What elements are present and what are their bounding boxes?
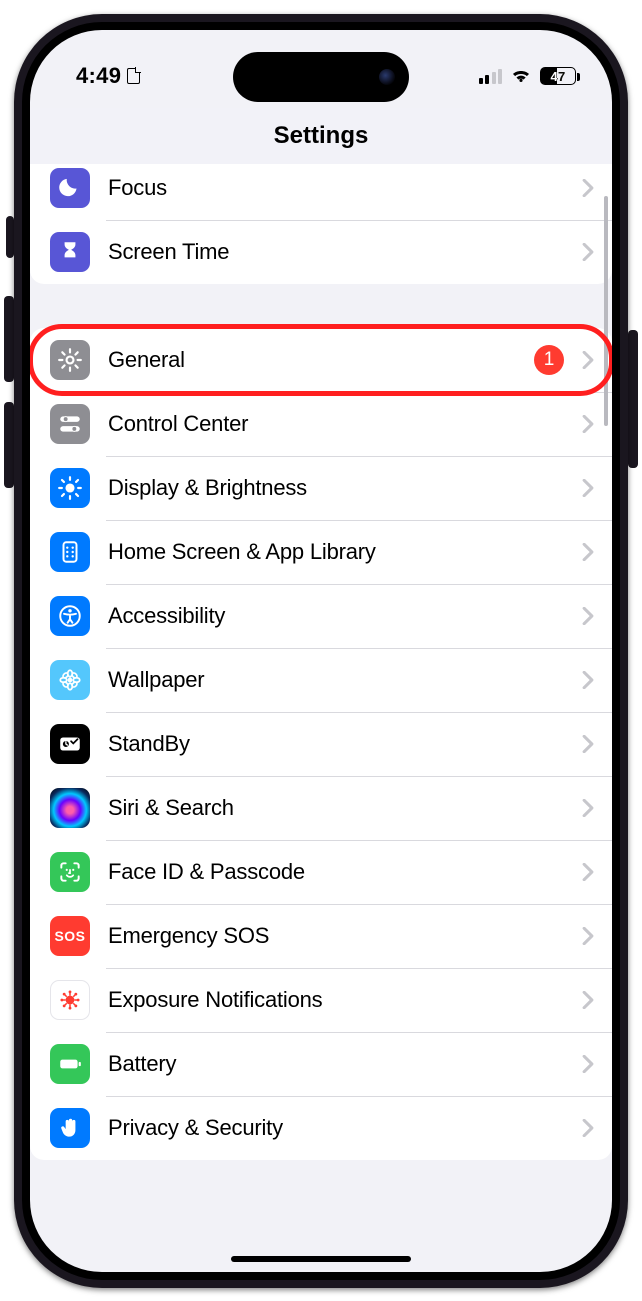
dynamic-island [233, 52, 409, 102]
chevron-right-icon [582, 243, 594, 261]
row-label: Wallpaper [108, 667, 564, 693]
chevron-right-icon [582, 179, 594, 197]
siri-icon [50, 788, 90, 828]
settings-row-accessibility[interactable]: Accessibility [30, 584, 612, 648]
chevron-right-icon [582, 607, 594, 625]
chevron-right-icon [582, 799, 594, 817]
row-label: Focus [108, 175, 564, 201]
chevron-right-icon [582, 1055, 594, 1073]
camera-icon [379, 69, 395, 85]
row-label: Accessibility [108, 603, 564, 629]
sim-icon [127, 68, 140, 84]
sliders-icon [50, 404, 90, 444]
chevron-right-icon [582, 479, 594, 497]
hourglass-icon [50, 232, 90, 272]
settings-row-controlcenter[interactable]: Control Center [30, 392, 612, 456]
row-label: Siri & Search [108, 795, 564, 821]
row-label: Exposure Notifications [108, 987, 564, 1013]
settings-row-exposure[interactable]: Exposure Notifications [30, 968, 612, 1032]
row-label: StandBy [108, 731, 564, 757]
scroll-indicator [604, 196, 608, 426]
clockcard-icon [50, 724, 90, 764]
row-label: Face ID & Passcode [108, 859, 564, 885]
settings-row-standby[interactable]: StandBy [30, 712, 612, 776]
apps-icon [50, 532, 90, 572]
row-label: Display & Brightness [108, 475, 564, 501]
settings-row-privacy[interactable]: Privacy & Security [30, 1096, 612, 1160]
chevron-right-icon [582, 735, 594, 753]
row-label: Home Screen & App Library [108, 539, 564, 565]
chevron-right-icon [582, 991, 594, 1009]
row-label: Control Center [108, 411, 564, 437]
battery-icon: 47 [540, 67, 576, 85]
row-label: Battery [108, 1051, 564, 1077]
settings-row-siri[interactable]: Siri & Search [30, 776, 612, 840]
chevron-right-icon [582, 1119, 594, 1137]
status-time: 4:49 [76, 63, 121, 89]
settings-row-homescreen[interactable]: Home Screen & App Library [30, 520, 612, 584]
settings-row-wallpaper[interactable]: Wallpaper [30, 648, 612, 712]
battery-icon [50, 1044, 90, 1084]
row-label: Emergency SOS [108, 923, 564, 949]
moon-icon [50, 168, 90, 208]
settings-row-focus[interactable]: Focus [30, 164, 612, 220]
nav-bar: Settings [30, 108, 612, 164]
chevron-right-icon [582, 351, 594, 369]
settings-row-faceid[interactable]: Face ID & Passcode [30, 840, 612, 904]
chevron-right-icon [582, 927, 594, 945]
settings-row-general[interactable]: General 1 [30, 328, 612, 392]
settings-group: Focus Screen Time [30, 164, 612, 284]
wifi-icon [510, 68, 532, 84]
settings-row-sos[interactable]: SOS Emergency SOS [30, 904, 612, 968]
settings-row-screentime[interactable]: Screen Time [30, 220, 612, 284]
battery-percent: 47 [550, 69, 565, 84]
chevron-right-icon [582, 671, 594, 689]
screen: 4:49 47 [30, 30, 612, 1272]
notification-badge: 1 [534, 345, 564, 375]
home-indicator[interactable] [231, 1256, 411, 1262]
sos-icon: SOS [50, 916, 90, 956]
sun-icon [50, 468, 90, 508]
row-label: Privacy & Security [108, 1115, 564, 1141]
gear-icon [50, 340, 90, 380]
chevron-right-icon [582, 863, 594, 881]
settings-group: General 1 Control Center Display & Brightne… [30, 328, 612, 1160]
hand-icon [50, 1108, 90, 1148]
settings-row-battery[interactable]: Battery [30, 1032, 612, 1096]
cellular-signal-icon [479, 68, 503, 84]
faceid-icon [50, 852, 90, 892]
page-title: Settings [274, 122, 369, 150]
flower-icon [50, 660, 90, 700]
access-icon [50, 596, 90, 636]
virus-icon [50, 980, 90, 1020]
row-label: Screen Time [108, 239, 564, 265]
row-label: General [108, 347, 516, 373]
chevron-right-icon [582, 543, 594, 561]
chevron-right-icon [582, 415, 594, 433]
settings-list[interactable]: Focus Screen Time General 1 Control Center Di… [30, 164, 612, 1272]
settings-row-display[interactable]: Display & Brightness [30, 456, 612, 520]
